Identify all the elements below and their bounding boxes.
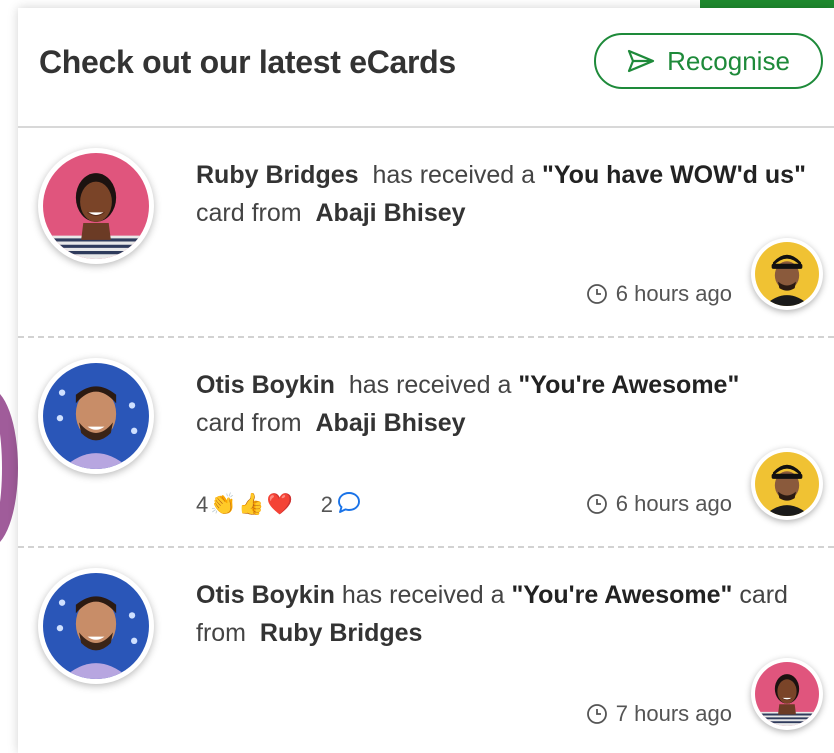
recipient-avatar[interactable] bbox=[38, 358, 154, 474]
clapping-hands-icon[interactable]: 👏 bbox=[210, 493, 236, 517]
message-text: card from bbox=[196, 409, 302, 437]
feed-item: Otis Boykin has received a "You're Aweso… bbox=[18, 338, 834, 548]
ecards-panel: Check out our latest eCards Recognise Ru… bbox=[18, 8, 834, 753]
timestamp-text: 7 hours ago bbox=[615, 701, 732, 726]
paper-plane-icon bbox=[627, 49, 655, 73]
message-text: has received a bbox=[348, 371, 512, 399]
feed-message: Otis Boykin has received a "You're Aweso… bbox=[196, 576, 826, 652]
sender-avatar[interactable] bbox=[751, 448, 823, 520]
clock-icon bbox=[586, 493, 608, 515]
comments-button[interactable]: 2 bbox=[321, 491, 361, 519]
recognise-label: Recognise bbox=[667, 45, 790, 76]
message-text: has received a bbox=[341, 581, 505, 609]
timestamp-text: 6 hours ago bbox=[615, 281, 732, 306]
comment-count: 2 bbox=[320, 492, 333, 517]
message-text: card bbox=[739, 581, 788, 609]
recipient-avatar[interactable] bbox=[38, 148, 154, 264]
reaction-count: 4 bbox=[196, 492, 209, 517]
sender-name[interactable]: Abaji Bhisey bbox=[316, 409, 466, 437]
sender-avatar[interactable] bbox=[751, 658, 823, 730]
sender-name[interactable]: Ruby Bridges bbox=[260, 619, 423, 647]
message-text: from bbox=[196, 619, 246, 647]
feed-item: Ruby Bridges has received a "You have WO… bbox=[18, 128, 834, 338]
feed-item: Otis Boykin has received a "You're Aweso… bbox=[18, 548, 834, 753]
feed-message: Ruby Bridges has received a "You have WO… bbox=[196, 156, 826, 232]
sender-avatar[interactable] bbox=[751, 238, 823, 310]
speech-bubble-icon bbox=[337, 491, 361, 519]
reactions-bar: 4 👏 👍 ❤️ 2 bbox=[196, 491, 361, 519]
recipient-name[interactable]: Otis Boykin bbox=[196, 371, 335, 399]
card-name: "You're Awesome" bbox=[511, 581, 733, 609]
recipient-avatar[interactable] bbox=[38, 568, 154, 684]
card-name: "You have WOW'd us" bbox=[542, 161, 806, 189]
red-heart-icon[interactable]: ❤️ bbox=[267, 493, 293, 517]
panel-header: Check out our latest eCards Recognise bbox=[18, 8, 834, 128]
timestamp-text: 6 hours ago bbox=[615, 491, 732, 516]
timestamp: 7 hours ago bbox=[586, 701, 732, 727]
clock-icon bbox=[586, 283, 608, 305]
recipient-name[interactable]: Ruby Bridges bbox=[196, 161, 359, 189]
sender-name[interactable]: Abaji Bhisey bbox=[316, 199, 466, 227]
timestamp: 6 hours ago bbox=[586, 281, 732, 307]
message-text: card from bbox=[196, 199, 302, 227]
clock-icon bbox=[586, 703, 608, 725]
timestamp: 6 hours ago bbox=[586, 491, 732, 517]
recipient-name[interactable]: Otis Boykin bbox=[196, 581, 335, 609]
card-name: "You're Awesome" bbox=[518, 371, 740, 399]
recognise-button[interactable]: Recognise bbox=[594, 33, 823, 89]
thumbs-up-icon[interactable]: 👍 bbox=[238, 493, 264, 517]
message-text: has received a bbox=[372, 161, 536, 189]
background-purple-shape bbox=[0, 388, 18, 548]
panel-title: Check out our latest eCards bbox=[39, 44, 456, 80]
feed-message: Otis Boykin has received a "You're Aweso… bbox=[196, 366, 826, 442]
